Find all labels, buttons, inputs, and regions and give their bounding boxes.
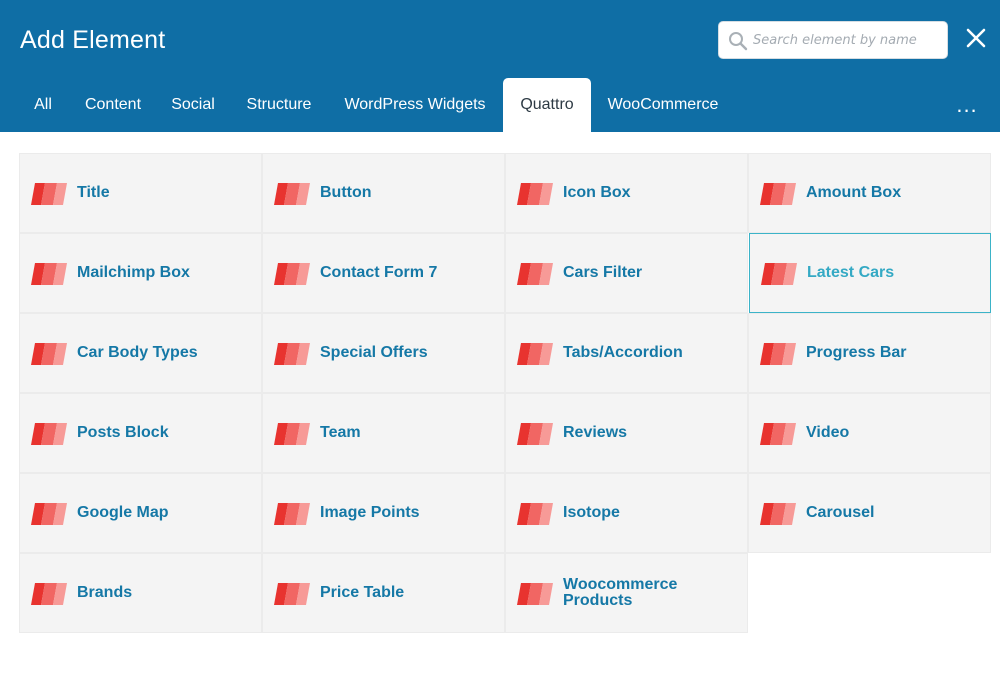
element-label: Image Points xyxy=(320,504,420,521)
element-grid: Title Button Icon Box Amount Box Mailchimp B… xyxy=(19,153,992,634)
element-icon xyxy=(274,583,310,605)
element-label: Video xyxy=(806,424,850,441)
search-icon xyxy=(729,32,748,51)
element-tile[interactable]: Google Map xyxy=(19,473,262,553)
element-icon xyxy=(517,583,553,605)
element-tile[interactable]: Amount Box xyxy=(748,153,991,233)
element-icon xyxy=(274,503,310,525)
element-icon xyxy=(274,183,310,205)
element-label: Mailchimp Box xyxy=(77,264,190,281)
element-label: Amount Box xyxy=(806,184,902,201)
element-icon xyxy=(31,263,67,285)
element-tile[interactable]: Brands xyxy=(19,553,262,633)
element-label: Carousel xyxy=(806,504,875,521)
element-icon xyxy=(31,183,67,205)
element-label: Tabs/Accordion xyxy=(563,344,683,361)
close-icon[interactable] xyxy=(962,24,990,52)
element-label: Button xyxy=(320,184,372,201)
element-icon xyxy=(517,343,553,365)
element-tile[interactable]: Car Body Types xyxy=(19,313,262,393)
element-label: Isotope xyxy=(563,504,620,521)
element-label: Progress Bar xyxy=(806,344,907,361)
element-icon xyxy=(517,503,553,525)
element-tile[interactable]: Video xyxy=(748,393,991,473)
element-tile[interactable]: Reviews xyxy=(505,393,748,473)
element-icon xyxy=(31,423,67,445)
element-icon xyxy=(517,423,553,445)
element-icon xyxy=(760,423,796,445)
element-label: Car Body Types xyxy=(77,344,198,361)
tab-all[interactable]: All xyxy=(22,78,64,132)
element-tile[interactable]: Woocommerce Products xyxy=(505,553,748,633)
search-input[interactable] xyxy=(753,22,943,58)
element-tile[interactable]: Contact Form 7 xyxy=(262,233,505,313)
element-label: Price Table xyxy=(320,584,405,601)
element-icon xyxy=(760,343,796,365)
element-icon xyxy=(274,423,310,445)
element-icon xyxy=(760,183,796,205)
element-tile[interactable]: Button xyxy=(262,153,505,233)
element-label: Contact Form 7 xyxy=(320,264,438,281)
element-tile[interactable]: Posts Block xyxy=(19,393,262,473)
element-tile[interactable]: Image Points xyxy=(262,473,505,553)
element-tile[interactable]: Carousel xyxy=(748,473,991,553)
element-label: Google Map xyxy=(77,504,169,521)
tab-structure[interactable]: Structure xyxy=(232,78,326,132)
element-icon xyxy=(517,263,553,285)
element-tile[interactable]: Tabs/Accordion xyxy=(505,313,748,393)
tab-content[interactable]: Content xyxy=(72,78,154,132)
element-label: Latest Cars xyxy=(807,264,895,281)
tab-social[interactable]: Social xyxy=(160,78,226,132)
element-tile[interactable]: Icon Box xyxy=(505,153,748,233)
element-tile[interactable]: Special Offers xyxy=(262,313,505,393)
element-icon xyxy=(761,263,797,285)
element-label: Brands xyxy=(77,584,133,601)
dialog-title: Add Element xyxy=(20,26,166,54)
element-label: Cars Filter xyxy=(563,264,643,281)
element-label: Special Offers xyxy=(320,344,428,361)
element-icon xyxy=(31,503,67,525)
element-icon xyxy=(274,343,310,365)
element-icon xyxy=(31,343,67,365)
tab-wordpress-widgets[interactable]: WordPress Widgets xyxy=(332,78,498,132)
search-box[interactable] xyxy=(718,21,948,59)
tab-woocommerce[interactable]: WooCommerce xyxy=(597,78,729,132)
element-tile[interactable]: Team xyxy=(262,393,505,473)
element-label: Woocommerce Products xyxy=(563,576,678,609)
element-tile[interactable]: Title xyxy=(19,153,262,233)
element-label: Title xyxy=(77,184,110,201)
element-icon xyxy=(517,183,553,205)
element-tile[interactable]: Cars Filter xyxy=(505,233,748,313)
element-label: Posts Block xyxy=(77,424,169,441)
element-label: Icon Box xyxy=(563,184,631,201)
element-icon xyxy=(31,583,67,605)
element-tile[interactable]: Latest Cars xyxy=(749,233,991,313)
more-options-icon[interactable]: ... xyxy=(952,78,982,132)
element-icon xyxy=(274,263,310,285)
element-label: Reviews xyxy=(563,424,628,441)
element-label: Team xyxy=(320,424,361,441)
element-tile[interactable]: Progress Bar xyxy=(748,313,991,393)
tab-quattro[interactable]: Quattro xyxy=(503,78,591,132)
element-icon xyxy=(760,503,796,525)
element-tile[interactable]: Price Table xyxy=(262,553,505,633)
category-tabs: All Content Social Structure WordPress W… xyxy=(0,78,1000,132)
element-tile[interactable]: Mailchimp Box xyxy=(19,233,262,313)
element-tile[interactable]: Isotope xyxy=(505,473,748,553)
